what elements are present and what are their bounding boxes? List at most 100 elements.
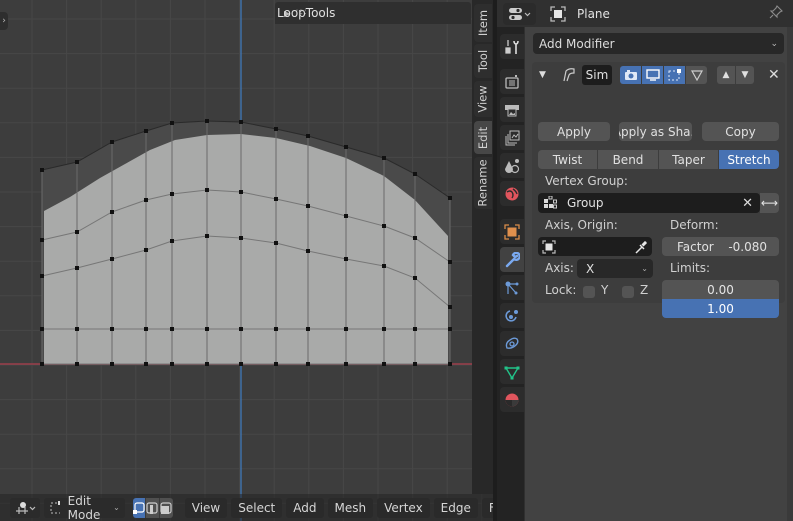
world-icon (505, 187, 519, 200)
mesh-vertex (344, 257, 348, 261)
vertex-group-value: Group (567, 196, 604, 210)
editor-type-button[interactable] (503, 2, 536, 25)
sidebar-tab-tool[interactable]: Tool (474, 44, 492, 78)
tab-view-layer[interactable] (500, 125, 524, 150)
lock-y-checkbox[interactable] (583, 286, 595, 298)
viewport-scene[interactable] (0, 0, 493, 521)
tab-world[interactable] (500, 181, 524, 206)
toolbar-toggle-chevron-icon[interactable]: › (0, 12, 8, 30)
menu-mesh[interactable]: Mesh (327, 497, 374, 518)
remove-modifier-close-icon[interactable]: ✕ (768, 67, 780, 83)
mesh-vertex (239, 362, 243, 366)
looptools-panel-header[interactable]: ▶ LoopTools ∷∷ (275, 2, 471, 24)
menu-edge[interactable]: Edge (433, 497, 478, 518)
mesh-vertex (448, 327, 452, 331)
tab-scene[interactable] (500, 153, 524, 178)
edit-mode-toggle[interactable] (664, 65, 685, 84)
wrench-icon (505, 251, 520, 267)
face-select-mode-button[interactable] (159, 497, 173, 518)
menu-add[interactable]: Add (286, 497, 324, 518)
mesh-vertex (170, 362, 174, 366)
tab-modifiers[interactable] (500, 247, 524, 272)
origin-object-field[interactable] (538, 237, 652, 256)
vertex-group-field[interactable]: Group ✕ (538, 193, 760, 213)
method-bend[interactable]: Bend (598, 150, 658, 169)
simple-deform-icon (563, 67, 575, 81)
axis-select[interactable]: X ⌄ (577, 259, 653, 278)
render-toggle[interactable] (620, 65, 641, 84)
modifier-name-field[interactable]: Sim (582, 64, 612, 85)
tab-object[interactable] (500, 219, 524, 244)
simple-deform-modifier-panel: ▼ Sim ▲ ▼ ✕ Apply Apply as Sha.. Copy Tw… (532, 62, 785, 318)
limits-label: Limits: (670, 261, 711, 275)
mesh-vertex (274, 362, 278, 366)
on-cage-toggle[interactable] (686, 65, 707, 84)
lock-y-label: Y (601, 283, 609, 297)
3d-viewport[interactable]: › ▶ LoopTools ∷∷ Item Tool View Edit Ren… (0, 0, 493, 521)
mesh-vertex (413, 276, 417, 280)
eyedropper-icon[interactable] (634, 240, 648, 254)
tab-particles[interactable] (500, 275, 524, 300)
move-down-button[interactable]: ▼ (736, 65, 754, 84)
tab-label: View (476, 85, 491, 113)
apply-as-shape-button[interactable]: Apply as Sha.. (619, 122, 692, 141)
add-modifier-dropdown[interactable]: Add Modifier ⌄ (533, 33, 784, 54)
viewport-toggle[interactable] (642, 65, 663, 84)
mesh-vertex (170, 192, 174, 196)
edge-select-mode-button[interactable] (146, 497, 160, 518)
apply-button[interactable]: Apply (538, 122, 610, 141)
sidebar-tab-item[interactable]: Item (474, 4, 492, 42)
mesh-vertex (344, 327, 348, 331)
menu-select[interactable]: Select (231, 497, 283, 518)
tab-label: Item (476, 9, 490, 37)
tab-physics[interactable] (500, 303, 524, 328)
tab-material[interactable] (500, 387, 524, 412)
menu-view[interactable]: View (184, 497, 228, 518)
invert-vertex-group-button[interactable]: ⟷ (760, 193, 779, 213)
sidebar-tab-edit[interactable]: Edit (474, 121, 492, 154)
lock-z-label: Z (640, 283, 649, 297)
menu-face[interactable]: Fa (481, 497, 493, 518)
pin-icon[interactable] (769, 4, 783, 23)
vertex-select-mode-button[interactable] (132, 497, 147, 518)
mesh-vertex (239, 236, 243, 240)
collapse-triangle-icon[interactable]: ▼ (539, 70, 551, 80)
factor-label: Factor (677, 239, 714, 254)
add-modifier-label: Add Modifier (539, 36, 615, 51)
mesh-vertex (274, 197, 278, 201)
tab-tool[interactable] (500, 34, 524, 59)
tab-data[interactable] (500, 359, 524, 384)
method-stretch[interactable]: Stretch (719, 150, 779, 169)
edit-mode-icon (50, 500, 60, 513)
object-interaction-gizmo-button[interactable] (10, 497, 40, 518)
mesh-vertex (40, 168, 44, 172)
select-mode-group (132, 497, 173, 518)
sidebar-tab-rename[interactable]: Rename (474, 157, 492, 209)
limit-low-field[interactable]: 0.00 (662, 280, 779, 299)
tab-output[interactable] (500, 97, 524, 122)
object-icon (542, 239, 556, 254)
properties-editor: Plane Add Modifier ⌄ ▼ Sim ▲ ▼ ✕ Apply p… (497, 0, 793, 521)
copy-button[interactable]: Copy (702, 122, 779, 141)
method-taper[interactable]: Taper (659, 150, 718, 169)
move-buttons: ▲ ▼ (717, 65, 754, 84)
mesh-vertex (344, 362, 348, 366)
lock-z-checkbox[interactable] (622, 286, 634, 298)
tab-render[interactable] (500, 69, 524, 94)
mesh-vertex (382, 264, 386, 268)
mode-select[interactable]: Edit Mode ⌄ (44, 494, 125, 521)
mesh-vertex (382, 327, 386, 331)
tab-constraints[interactable] (500, 331, 524, 356)
method-twist[interactable]: Twist (538, 150, 597, 169)
factor-field[interactable]: Factor -0.080 (662, 237, 779, 256)
mesh-vertex (110, 327, 114, 331)
mesh-vertex (382, 362, 386, 366)
properties-scrollbar[interactable] (787, 27, 793, 521)
menu-vertex[interactable]: Vertex (377, 497, 430, 518)
move-up-button[interactable]: ▲ (717, 65, 735, 84)
sidebar-tab-view[interactable]: View (474, 81, 492, 117)
limit-high-field[interactable]: 1.00 (662, 299, 779, 318)
mesh-data-icon (504, 366, 520, 379)
clear-vertex-group-icon[interactable]: ✕ (742, 196, 753, 211)
properties-header: Plane (497, 0, 793, 27)
